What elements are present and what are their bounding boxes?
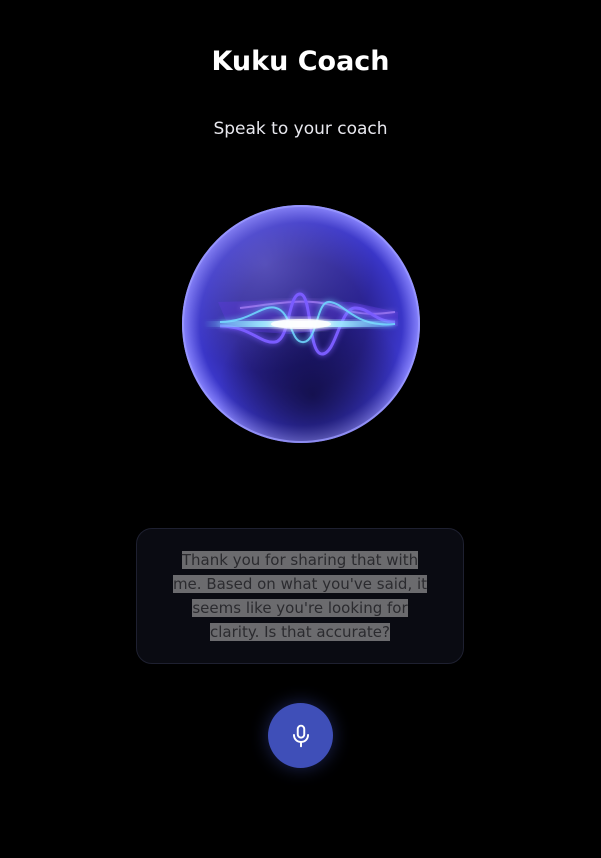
message-card: Thank you for sharing that with me. Base… — [136, 528, 464, 664]
coach-screen: Kuku Coach Speak to your coach Thank you… — [0, 0, 601, 858]
coach-message: Thank you for sharing that with me. Base… — [172, 548, 428, 644]
voice-orb-icon — [182, 205, 420, 443]
voice-orb — [180, 204, 422, 444]
microphone-button[interactable] — [268, 703, 333, 768]
page-subtitle: Speak to your coach — [213, 119, 388, 139]
page-title: Kuku Coach — [211, 46, 390, 77]
coach-message-text: Thank you for sharing that with me. Base… — [172, 551, 428, 641]
microphone-icon — [292, 724, 309, 747]
